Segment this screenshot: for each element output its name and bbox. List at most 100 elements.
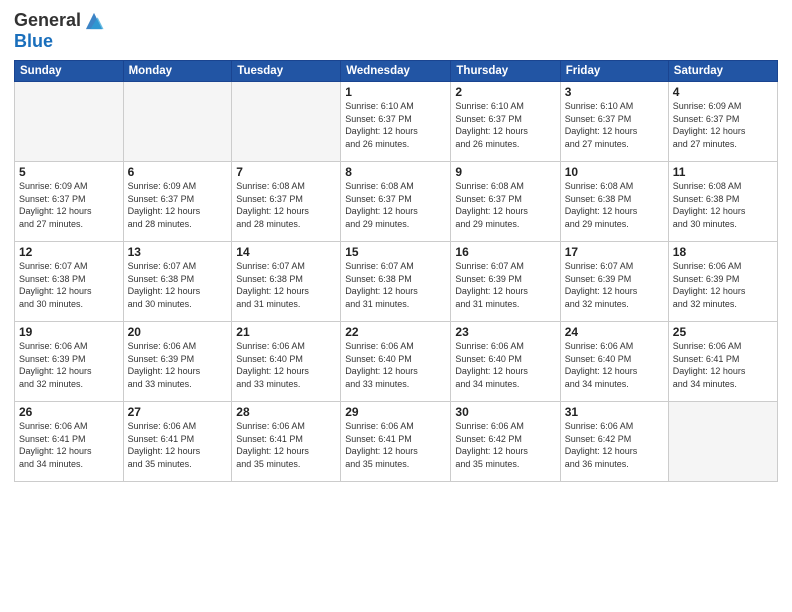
- day-info: Sunrise: 6:06 AM Sunset: 6:39 PM Dayligh…: [19, 340, 119, 390]
- calendar-cell: [15, 82, 124, 162]
- calendar-cell: 11Sunrise: 6:08 AM Sunset: 6:38 PM Dayli…: [668, 162, 777, 242]
- day-number: 15: [345, 245, 446, 259]
- calendar-table: SundayMondayTuesdayWednesdayThursdayFrid…: [14, 60, 778, 482]
- day-info: Sunrise: 6:08 AM Sunset: 6:37 PM Dayligh…: [236, 180, 336, 230]
- weekday-header-wednesday: Wednesday: [341, 61, 451, 82]
- logo-icon: [83, 10, 105, 32]
- day-info: Sunrise: 6:10 AM Sunset: 6:37 PM Dayligh…: [455, 100, 555, 150]
- page: General Blue SundayMondayTuesdayWednesda…: [0, 0, 792, 612]
- day-info: Sunrise: 6:07 AM Sunset: 6:38 PM Dayligh…: [19, 260, 119, 310]
- logo: General Blue: [14, 10, 105, 52]
- day-number: 10: [565, 165, 664, 179]
- day-info: Sunrise: 6:10 AM Sunset: 6:37 PM Dayligh…: [345, 100, 446, 150]
- day-info: Sunrise: 6:06 AM Sunset: 6:41 PM Dayligh…: [673, 340, 773, 390]
- calendar-cell: 2Sunrise: 6:10 AM Sunset: 6:37 PM Daylig…: [451, 82, 560, 162]
- calendar-cell: 23Sunrise: 6:06 AM Sunset: 6:40 PM Dayli…: [451, 322, 560, 402]
- day-info: Sunrise: 6:08 AM Sunset: 6:38 PM Dayligh…: [565, 180, 664, 230]
- day-info: Sunrise: 6:07 AM Sunset: 6:39 PM Dayligh…: [455, 260, 555, 310]
- day-info: Sunrise: 6:06 AM Sunset: 6:41 PM Dayligh…: [128, 420, 228, 470]
- weekday-header-friday: Friday: [560, 61, 668, 82]
- calendar-cell: 5Sunrise: 6:09 AM Sunset: 6:37 PM Daylig…: [15, 162, 124, 242]
- calendar-cell: 3Sunrise: 6:10 AM Sunset: 6:37 PM Daylig…: [560, 82, 668, 162]
- day-info: Sunrise: 6:06 AM Sunset: 6:41 PM Dayligh…: [19, 420, 119, 470]
- calendar-cell: 7Sunrise: 6:08 AM Sunset: 6:37 PM Daylig…: [232, 162, 341, 242]
- day-info: Sunrise: 6:06 AM Sunset: 6:40 PM Dayligh…: [345, 340, 446, 390]
- weekday-header-thursday: Thursday: [451, 61, 560, 82]
- day-number: 24: [565, 325, 664, 339]
- day-number: 31: [565, 405, 664, 419]
- week-row-5: 26Sunrise: 6:06 AM Sunset: 6:41 PM Dayli…: [15, 402, 778, 482]
- day-info: Sunrise: 6:07 AM Sunset: 6:38 PM Dayligh…: [128, 260, 228, 310]
- calendar-cell: 1Sunrise: 6:10 AM Sunset: 6:37 PM Daylig…: [341, 82, 451, 162]
- weekday-header-tuesday: Tuesday: [232, 61, 341, 82]
- calendar-cell: 30Sunrise: 6:06 AM Sunset: 6:42 PM Dayli…: [451, 402, 560, 482]
- calendar-cell: 4Sunrise: 6:09 AM Sunset: 6:37 PM Daylig…: [668, 82, 777, 162]
- day-info: Sunrise: 6:09 AM Sunset: 6:37 PM Dayligh…: [673, 100, 773, 150]
- calendar-cell: 15Sunrise: 6:07 AM Sunset: 6:38 PM Dayli…: [341, 242, 451, 322]
- weekday-header-saturday: Saturday: [668, 61, 777, 82]
- day-info: Sunrise: 6:06 AM Sunset: 6:39 PM Dayligh…: [128, 340, 228, 390]
- day-number: 25: [673, 325, 773, 339]
- calendar-cell: 28Sunrise: 6:06 AM Sunset: 6:41 PM Dayli…: [232, 402, 341, 482]
- calendar-cell: 14Sunrise: 6:07 AM Sunset: 6:38 PM Dayli…: [232, 242, 341, 322]
- day-number: 19: [19, 325, 119, 339]
- day-number: 18: [673, 245, 773, 259]
- calendar-cell: [668, 402, 777, 482]
- day-number: 8: [345, 165, 446, 179]
- day-number: 17: [565, 245, 664, 259]
- day-number: 29: [345, 405, 446, 419]
- calendar-cell: 20Sunrise: 6:06 AM Sunset: 6:39 PM Dayli…: [123, 322, 232, 402]
- calendar-cell: 24Sunrise: 6:06 AM Sunset: 6:40 PM Dayli…: [560, 322, 668, 402]
- weekday-header-sunday: Sunday: [15, 61, 124, 82]
- header: General Blue: [14, 10, 778, 52]
- day-number: 13: [128, 245, 228, 259]
- day-info: Sunrise: 6:06 AM Sunset: 6:39 PM Dayligh…: [673, 260, 773, 310]
- calendar-cell: 31Sunrise: 6:06 AM Sunset: 6:42 PM Dayli…: [560, 402, 668, 482]
- calendar-cell: 17Sunrise: 6:07 AM Sunset: 6:39 PM Dayli…: [560, 242, 668, 322]
- day-number: 1: [345, 85, 446, 99]
- calendar-cell: 10Sunrise: 6:08 AM Sunset: 6:38 PM Dayli…: [560, 162, 668, 242]
- day-number: 20: [128, 325, 228, 339]
- day-info: Sunrise: 6:06 AM Sunset: 6:40 PM Dayligh…: [565, 340, 664, 390]
- day-info: Sunrise: 6:09 AM Sunset: 6:37 PM Dayligh…: [128, 180, 228, 230]
- calendar-cell: 13Sunrise: 6:07 AM Sunset: 6:38 PM Dayli…: [123, 242, 232, 322]
- day-number: 12: [19, 245, 119, 259]
- day-number: 2: [455, 85, 555, 99]
- day-info: Sunrise: 6:06 AM Sunset: 6:42 PM Dayligh…: [455, 420, 555, 470]
- weekday-header-monday: Monday: [123, 61, 232, 82]
- week-row-2: 5Sunrise: 6:09 AM Sunset: 6:37 PM Daylig…: [15, 162, 778, 242]
- day-number: 23: [455, 325, 555, 339]
- day-number: 7: [236, 165, 336, 179]
- calendar-cell: 21Sunrise: 6:06 AM Sunset: 6:40 PM Dayli…: [232, 322, 341, 402]
- day-number: 3: [565, 85, 664, 99]
- day-number: 22: [345, 325, 446, 339]
- calendar-cell: 12Sunrise: 6:07 AM Sunset: 6:38 PM Dayli…: [15, 242, 124, 322]
- week-row-1: 1Sunrise: 6:10 AM Sunset: 6:37 PM Daylig…: [15, 82, 778, 162]
- day-number: 28: [236, 405, 336, 419]
- day-number: 9: [455, 165, 555, 179]
- day-number: 16: [455, 245, 555, 259]
- day-info: Sunrise: 6:06 AM Sunset: 6:41 PM Dayligh…: [345, 420, 446, 470]
- day-number: 30: [455, 405, 555, 419]
- logo-general-text: General: [14, 11, 81, 31]
- day-info: Sunrise: 6:07 AM Sunset: 6:38 PM Dayligh…: [236, 260, 336, 310]
- day-info: Sunrise: 6:09 AM Sunset: 6:37 PM Dayligh…: [19, 180, 119, 230]
- day-number: 27: [128, 405, 228, 419]
- day-info: Sunrise: 6:07 AM Sunset: 6:39 PM Dayligh…: [565, 260, 664, 310]
- calendar-cell: 29Sunrise: 6:06 AM Sunset: 6:41 PM Dayli…: [341, 402, 451, 482]
- calendar-cell: 16Sunrise: 6:07 AM Sunset: 6:39 PM Dayli…: [451, 242, 560, 322]
- calendar-cell: 8Sunrise: 6:08 AM Sunset: 6:37 PM Daylig…: [341, 162, 451, 242]
- day-info: Sunrise: 6:07 AM Sunset: 6:38 PM Dayligh…: [345, 260, 446, 310]
- day-number: 4: [673, 85, 773, 99]
- day-info: Sunrise: 6:10 AM Sunset: 6:37 PM Dayligh…: [565, 100, 664, 150]
- week-row-4: 19Sunrise: 6:06 AM Sunset: 6:39 PM Dayli…: [15, 322, 778, 402]
- calendar-cell: 6Sunrise: 6:09 AM Sunset: 6:37 PM Daylig…: [123, 162, 232, 242]
- logo-blue-text: Blue: [14, 31, 53, 51]
- calendar-cell: 25Sunrise: 6:06 AM Sunset: 6:41 PM Dayli…: [668, 322, 777, 402]
- day-number: 26: [19, 405, 119, 419]
- day-info: Sunrise: 6:08 AM Sunset: 6:37 PM Dayligh…: [345, 180, 446, 230]
- day-info: Sunrise: 6:06 AM Sunset: 6:42 PM Dayligh…: [565, 420, 664, 470]
- day-info: Sunrise: 6:08 AM Sunset: 6:37 PM Dayligh…: [455, 180, 555, 230]
- day-info: Sunrise: 6:08 AM Sunset: 6:38 PM Dayligh…: [673, 180, 773, 230]
- calendar-cell: [123, 82, 232, 162]
